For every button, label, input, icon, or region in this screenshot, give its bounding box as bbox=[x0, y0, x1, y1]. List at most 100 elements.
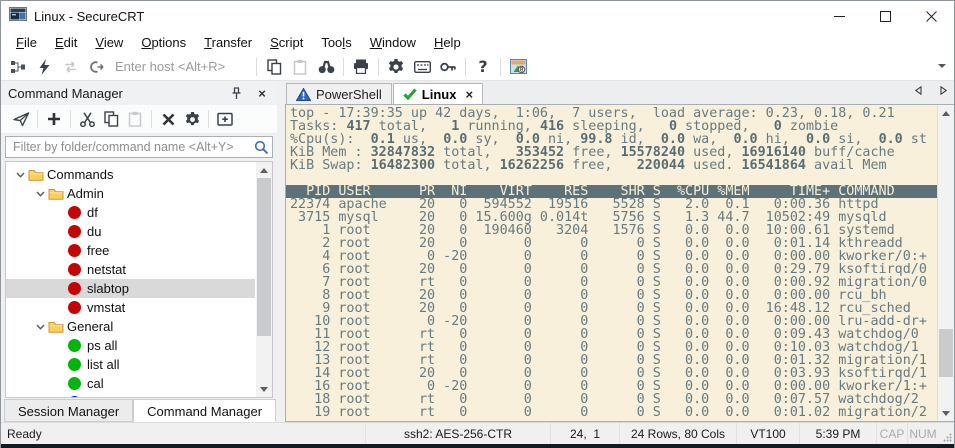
panel-splitter[interactable] bbox=[277, 81, 285, 422]
quick-connect-button[interactable] bbox=[31, 55, 57, 78]
paste-icon bbox=[293, 59, 307, 75]
menu-script[interactable]: Script bbox=[261, 33, 312, 52]
scroll-down-arrow-icon[interactable] bbox=[256, 381, 272, 397]
quick-connect-host-input[interactable] bbox=[113, 58, 252, 75]
gear-icon bbox=[388, 59, 404, 75]
tree-item-label: slabtop bbox=[87, 281, 129, 296]
minimize-button[interactable] bbox=[816, 1, 862, 31]
tab-session-manager[interactable]: Session Manager bbox=[4, 399, 133, 422]
scroll-up-arrow-icon[interactable] bbox=[256, 162, 272, 178]
close-button[interactable] bbox=[908, 1, 954, 31]
scroll-down-arrow-icon[interactable] bbox=[938, 405, 954, 421]
tree-item-General[interactable]: General bbox=[6, 317, 255, 336]
delete-button[interactable] bbox=[156, 107, 180, 131]
terminal-screen[interactable]: top - 17:39:35 up 42 days, 1:06, 7 users… bbox=[285, 104, 954, 422]
copy-command-button[interactable] bbox=[99, 107, 123, 131]
tree-item-slabtop[interactable]: slabtop bbox=[6, 279, 255, 298]
disconnect-button[interactable] bbox=[83, 55, 109, 78]
tree-item-list-all[interactable]: list all bbox=[6, 355, 255, 374]
key-icon bbox=[440, 62, 456, 72]
new-folder-icon bbox=[217, 112, 233, 126]
menu-file[interactable]: File bbox=[7, 33, 46, 52]
terminal-scrollbar[interactable] bbox=[937, 105, 954, 421]
print-button[interactable] bbox=[348, 55, 374, 78]
session-tab-powershell[interactable]: PowerShell bbox=[286, 83, 392, 104]
session-tab-label: Linux bbox=[422, 87, 457, 102]
tab-scroll-left-button[interactable] bbox=[914, 86, 922, 95]
filter-input[interactable] bbox=[11, 139, 254, 155]
send-command-button[interactable] bbox=[9, 107, 33, 131]
find-button[interactable] bbox=[313, 55, 339, 78]
reconnect-icon bbox=[62, 60, 79, 74]
menu-transfer[interactable]: Transfer bbox=[195, 33, 261, 52]
close-panel-button[interactable]: × bbox=[254, 85, 270, 101]
tree-item-Commands[interactable]: Commands bbox=[6, 165, 255, 184]
new-window-icon: 8 bbox=[510, 59, 527, 74]
tree-item-Admin[interactable]: Admin bbox=[6, 184, 255, 203]
scroll-up-arrow-icon[interactable] bbox=[938, 105, 954, 121]
tab-scroll-right-button[interactable] bbox=[940, 86, 948, 95]
copy-button[interactable] bbox=[261, 55, 287, 78]
add-command-button[interactable] bbox=[42, 107, 66, 131]
tree-scrollbar[interactable] bbox=[256, 162, 272, 397]
status-bar: Ready ssh2: AES-256-CTR24, 124 Rows, 80 … bbox=[1, 422, 954, 444]
reconnect-button[interactable] bbox=[57, 55, 83, 78]
toolbar-options-caret[interactable] bbox=[938, 64, 946, 68]
session-manager-button[interactable] bbox=[5, 55, 31, 78]
tree-item-cal[interactable]: cal bbox=[6, 374, 255, 393]
new-folder-button[interactable] bbox=[213, 107, 237, 131]
tree-item-ps-all[interactable]: ps all bbox=[6, 336, 255, 355]
paste-icon bbox=[128, 111, 142, 127]
cut-button[interactable] bbox=[75, 107, 99, 131]
command-manager-panel: Command Manager × bbox=[1, 81, 277, 422]
menu-options[interactable]: Options bbox=[132, 33, 195, 52]
menu-window[interactable]: Window bbox=[361, 33, 425, 52]
resize-grip[interactable] bbox=[938, 423, 954, 444]
status-cell: VT100 bbox=[736, 423, 799, 444]
map-keys-button[interactable] bbox=[409, 55, 435, 78]
paste-button[interactable] bbox=[287, 55, 313, 78]
new-window-button[interactable]: 8 bbox=[505, 55, 531, 78]
paste-command-button[interactable] bbox=[123, 107, 147, 131]
sidebar-tabs: Session ManagerCommand Manager bbox=[1, 398, 277, 422]
tree-item-vmstat[interactable]: vmstat bbox=[6, 298, 255, 317]
command-settings-button[interactable] bbox=[180, 107, 204, 131]
tab-command-manager[interactable]: Command Manager bbox=[133, 399, 276, 422]
tree-item-env-home[interactable]: env home bbox=[6, 393, 255, 398]
tab-close-icon[interactable]: × bbox=[465, 87, 473, 102]
pin-panel-button[interactable] bbox=[228, 85, 244, 101]
session-tab-linux[interactable]: Linux × bbox=[393, 83, 483, 104]
help-button[interactable]: ? bbox=[470, 55, 496, 78]
menu-view[interactable]: View bbox=[86, 33, 132, 52]
chevron-down-icon[interactable] bbox=[32, 191, 48, 197]
menu-edit[interactable]: Edit bbox=[46, 33, 86, 52]
command-manager-header: Command Manager × bbox=[1, 81, 277, 105]
menu-tools[interactable]: Tools bbox=[312, 33, 360, 52]
chevron-down-icon[interactable] bbox=[32, 324, 48, 330]
toolbar-separator bbox=[208, 110, 209, 128]
session-options-button[interactable] bbox=[383, 55, 409, 78]
command-tree: CommandsAdmindfdufreenetstat slabtop vmsta… bbox=[5, 161, 273, 398]
toolbar-separator bbox=[465, 58, 466, 76]
chevron-down-icon[interactable] bbox=[12, 172, 28, 178]
scrollbar-thumb[interactable] bbox=[939, 329, 953, 377]
tree-item-netstat[interactable]: netstat bbox=[6, 260, 255, 279]
tree-item-df[interactable]: df bbox=[6, 203, 255, 222]
toolbar-separator bbox=[343, 58, 344, 76]
securecrt-window: Linux - SecureCRT FileEditViewOptionsTra… bbox=[0, 0, 955, 448]
security-button[interactable] bbox=[435, 55, 461, 78]
maximize-button[interactable] bbox=[862, 1, 908, 31]
warning-icon bbox=[296, 88, 311, 101]
command-dot-icon bbox=[68, 358, 87, 371]
delete-x-icon bbox=[162, 113, 175, 126]
tree-item-du[interactable]: du bbox=[6, 222, 255, 241]
tree-item-label: ps all bbox=[87, 338, 117, 353]
status-cell: 24, 1 bbox=[550, 423, 619, 444]
folder-icon bbox=[48, 320, 67, 333]
scissors-icon bbox=[80, 112, 95, 127]
scrollbar-thumb[interactable] bbox=[257, 178, 271, 336]
menu-help[interactable]: Help bbox=[425, 33, 470, 52]
status-cell: ssh2: AES-256-CTR bbox=[365, 423, 550, 444]
minimize-icon bbox=[834, 11, 845, 22]
tree-item-free[interactable]: free bbox=[6, 241, 255, 260]
